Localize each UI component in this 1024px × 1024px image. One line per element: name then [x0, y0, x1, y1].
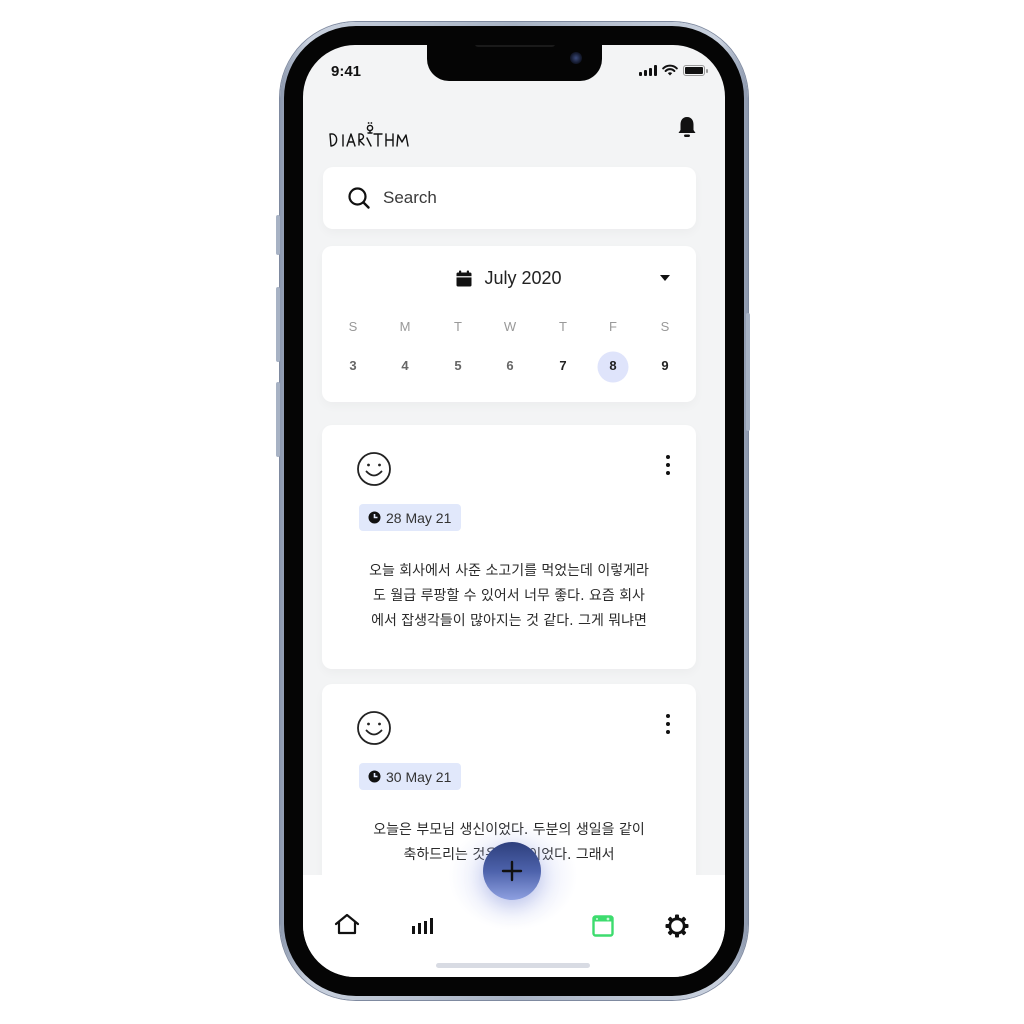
clock-icon — [368, 770, 381, 783]
add-entry-button[interactable] — [483, 842, 541, 900]
power-button — [746, 313, 750, 431]
weekday-label: F — [609, 319, 617, 334]
clock-icon — [368, 511, 381, 524]
entry-date: 28 May 21 — [386, 509, 452, 526]
more-vertical-icon[interactable] — [666, 714, 670, 734]
entry-date-chip: 28 May 21 — [359, 504, 462, 531]
caret-down-icon[interactable] — [660, 275, 670, 281]
home-indicator[interactable] — [436, 963, 590, 968]
mood-indicator — [356, 451, 392, 492]
app-screen: 9:41 Search July 2020 S M T W T F S 3 4 … — [303, 45, 725, 977]
entry-body-line: 도 월급 루팡할 수 있어서 너무 좋다. 요즘 회사 — [373, 588, 645, 604]
mood-indicator — [356, 710, 392, 751]
cellular-signal-icon — [639, 64, 657, 76]
date-cell[interactable]: 6 — [490, 358, 530, 373]
battery-icon — [683, 64, 708, 76]
entry-body: 오늘 회사에서 사준 소고기를 먹었는데 이렇게라 도 월급 루팡할 수 있어서… — [342, 559, 676, 634]
entry-body-line: 에서 잡생각들이 많아지는 것 같다. 그게 뭐냐면 — [371, 613, 647, 629]
tab-stats[interactable] — [411, 917, 435, 940]
date-cell[interactable]: 5 — [438, 358, 478, 373]
app-logo — [328, 117, 420, 158]
logo-diarithm — [329, 122, 409, 147]
weekday-label: S — [348, 319, 358, 334]
bar-chart-icon — [412, 918, 433, 934]
calendar-card: July 2020 S M T W T F S 3 4 5 6 7 8 9 — [322, 246, 696, 402]
search-bar[interactable]: Search — [323, 167, 696, 229]
front-camera — [570, 52, 582, 64]
entry-date: 30 May 21 — [386, 768, 452, 785]
gear-icon — [665, 914, 689, 938]
date-cell[interactable]: 7 — [543, 358, 583, 373]
calendar-window-icon — [592, 915, 614, 937]
weekday-label: T — [454, 319, 462, 334]
notification-button[interactable] — [677, 115, 697, 144]
date-cell[interactable]: 9 — [645, 358, 685, 373]
plus-icon — [501, 860, 523, 882]
date-cell[interactable]: 4 — [385, 358, 425, 373]
diary-entry-card[interactable]: 28 May 21 오늘 회사에서 사준 소고기를 먹었는데 이렇게라 도 월급… — [322, 425, 696, 669]
wifi-icon — [662, 64, 678, 76]
volume-down-button — [276, 382, 280, 457]
weekday-label: W — [503, 319, 517, 334]
status-icons — [639, 64, 708, 76]
date-cell-selected[interactable]: 8 — [593, 358, 633, 373]
entry-body-line: 오늘 회사에서 사준 소고기를 먹었는데 이렇게라 — [369, 563, 649, 579]
smiley-face-icon — [357, 452, 391, 486]
status-time: 9:41 — [331, 63, 362, 80]
bell-icon — [678, 117, 696, 137]
search-icon — [348, 187, 370, 209]
calendar-icon — [456, 270, 472, 287]
month-label: July 2020 — [484, 268, 562, 288]
home-icon — [334, 913, 360, 935]
entry-date-chip: 30 May 21 — [359, 763, 462, 790]
smiley-face-icon — [357, 711, 391, 745]
more-vertical-icon[interactable] — [666, 455, 670, 475]
notch — [427, 45, 602, 81]
weekday-label: S — [660, 319, 670, 334]
volume-up-button — [276, 287, 280, 362]
tab-settings[interactable] — [665, 914, 689, 943]
tab-diary[interactable] — [592, 915, 614, 942]
weekday-label: T — [559, 319, 567, 334]
mute-switch — [276, 215, 280, 255]
date-cell[interactable]: 3 — [333, 358, 373, 373]
search-input[interactable]: Search — [383, 188, 437, 208]
tab-home[interactable] — [334, 913, 360, 940]
weekday-label: M — [399, 319, 411, 334]
month-selector[interactable]: July 2020 — [322, 268, 696, 289]
